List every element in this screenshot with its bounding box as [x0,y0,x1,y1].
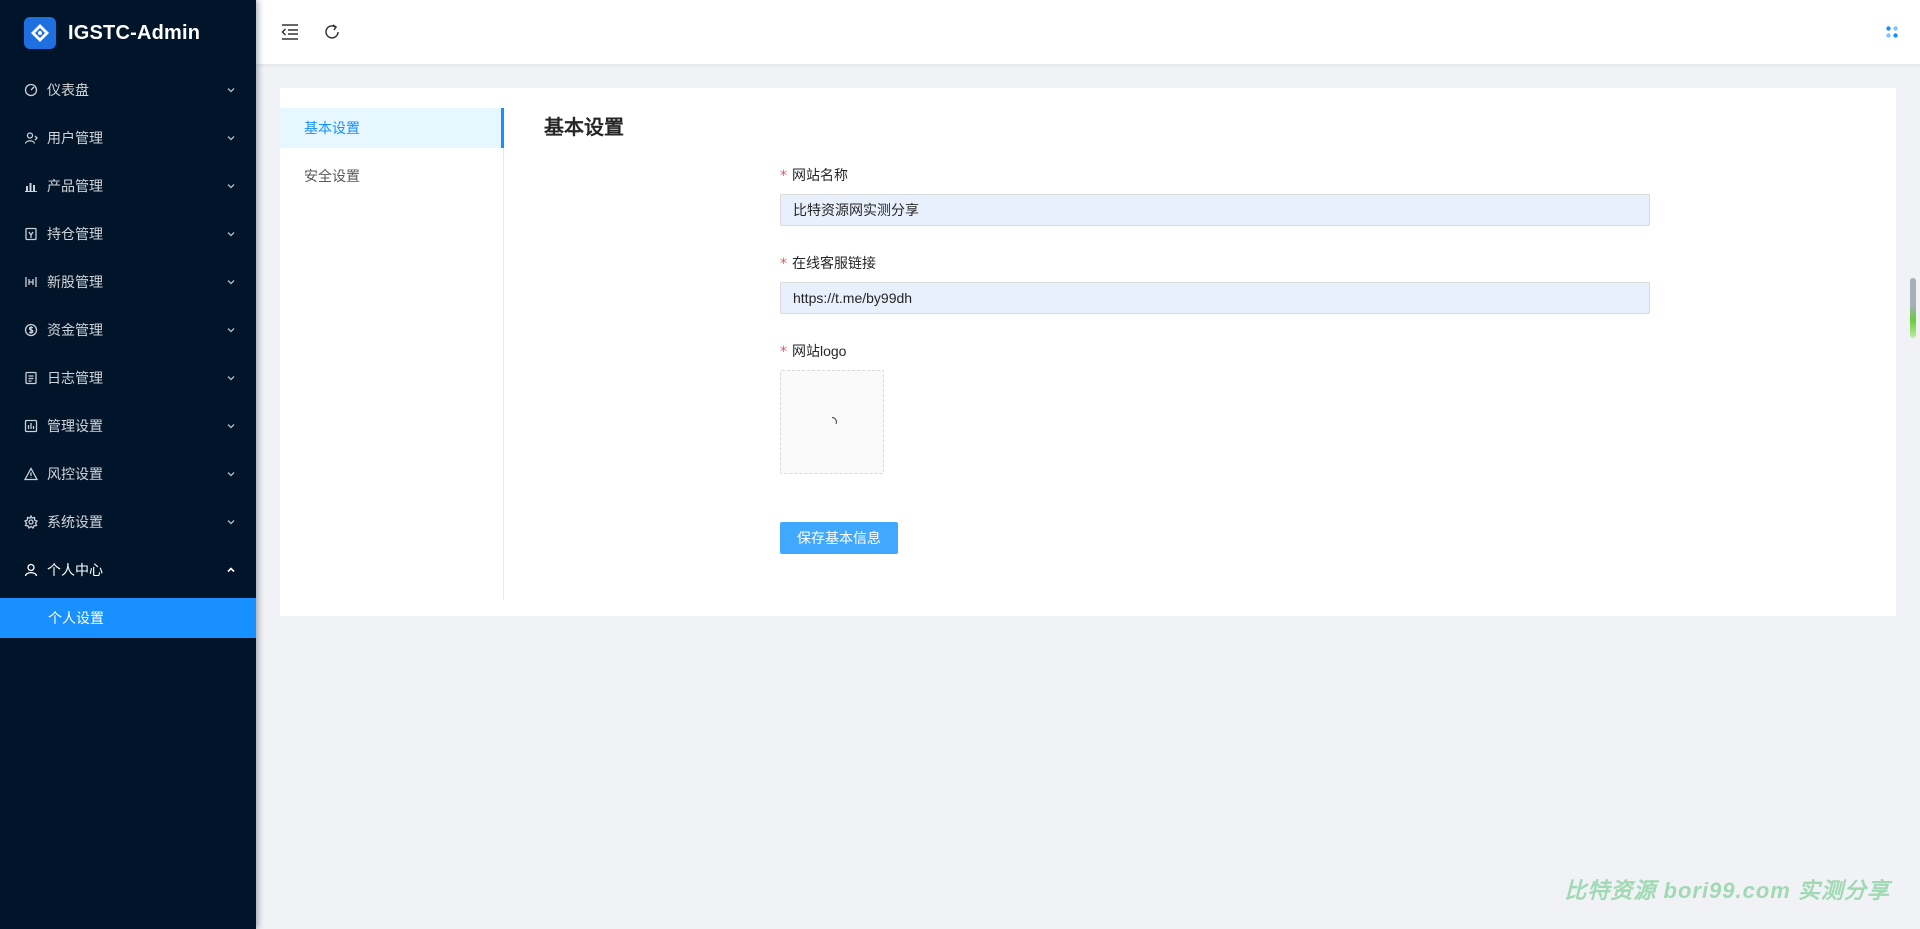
sidebar-item-label: 管理设置 [47,418,103,434]
sidebar-item-label: 仪表盘 [47,82,89,98]
logo-icon [24,17,56,49]
support-link-input[interactable] [780,282,1650,314]
warning-icon [24,467,38,481]
panel-title: 基本设置 [544,117,624,139]
menu-fold-button[interactable] [278,20,302,44]
scroll-indicator[interactable] [1910,278,1916,338]
grid-dots-icon [1886,26,1898,38]
sidebar-item-risk[interactable]: 风控设置 [0,450,256,498]
sidebar-subitem-label: 个人设置 [48,610,104,626]
field-support-link: * 在线客服链接 [780,252,1650,314]
chevron-down-icon [226,133,236,143]
chevron-down-icon [226,373,236,383]
field-label: * 网站名称 [780,167,848,184]
required-mark: * [780,256,787,272]
save-basic-info-button[interactable]: 保存基本信息 [780,522,898,554]
sidebar-item-label: 产品管理 [47,178,103,194]
logo-upload[interactable] [780,370,884,474]
required-mark: * [780,168,787,184]
refresh-button[interactable] [320,20,344,44]
user-icon [24,563,38,577]
user-manage-icon [24,131,38,145]
settings-card: 基本设置 安全设置 基本设置 *网站名称 *在线客服链接 *网站logo 保存基… [280,88,1896,616]
money-icon [24,323,38,337]
chevron-down-icon [226,421,236,431]
sidebar-item-funds[interactable]: 资金管理 [0,306,256,354]
sidebar-item-ipo[interactable]: 新股管理 [0,258,256,306]
sidebar-item-positions[interactable]: 持仓管理 [0,210,256,258]
position-icon [24,227,38,241]
sidebar: IGSTC-Admin 仪表盘 用户管理 产品管理 持仓管理 新股管理 资金管理… [0,0,256,929]
field-label: * 网站logo [780,343,847,360]
sidebar-item-label: 用户管理 [47,130,103,146]
sidebar-item-label: 风控设置 [47,466,103,482]
tab-basic-settings[interactable]: 基本设置 [280,108,504,148]
loading-icon [831,416,838,425]
chevron-down-icon [226,181,236,191]
app-title: IGSTC-Admin [68,21,201,44]
sidebar-item-system[interactable]: 系统设置 [0,498,256,546]
field-site-logo: * 网站logo [780,340,1650,474]
sidebar-item-label: 系统设置 [47,514,103,530]
sidebar-item-label: 持仓管理 [47,226,103,242]
chevron-down-icon [226,229,236,239]
chevron-up-icon [226,565,236,575]
sidebar-item-admin-settings[interactable]: 管理设置 [0,402,256,450]
sidebar-item-products[interactable]: 产品管理 [0,162,256,210]
sidebar-item-label: 个人中心 [47,562,103,578]
sidebar-item-users[interactable]: 用户管理 [0,114,256,162]
sidebar-item-logs[interactable]: 日志管理 [0,354,256,402]
chart-icon [24,179,38,193]
top-header [256,0,1920,64]
field-site-name: * 网站名称 [780,164,1650,226]
sidebar-menu: 仪表盘 用户管理 产品管理 持仓管理 新股管理 资金管理 日志管理 管理设置 风… [0,66,256,594]
chevron-down-icon [226,85,236,95]
menu-fold-icon [281,24,298,40]
tab-security-settings[interactable]: 安全设置 [280,156,503,196]
chevron-down-icon [226,517,236,527]
site-name-input[interactable] [780,194,1650,226]
admin-settings-icon [24,419,38,433]
brand[interactable]: IGSTC-Admin [0,0,256,66]
basic-settings-form: *网站名称 *在线客服链接 *网站logo 保存基本信息 [780,164,1650,554]
watermark: 比特资源 bori99.com 实测分享 [1564,878,1890,903]
chevron-down-icon [226,277,236,287]
chevron-down-icon [226,469,236,479]
dashboard-icon [24,83,38,97]
basic-settings-panel: 基本设置 *网站名称 *在线客服链接 *网站logo 保存基本信息 [544,108,1896,554]
ipo-icon [24,275,38,289]
sidebar-item-personal[interactable]: 个人中心 [0,546,256,594]
sidebar-item-label: 日志管理 [47,370,103,386]
sidebar-subitem-personal-settings[interactable]: 个人设置 [0,598,256,638]
required-mark: * [780,344,787,360]
settings-dots-button[interactable] [1882,22,1902,42]
settings-tabs: 基本设置 安全设置 [280,108,504,600]
log-icon [24,371,38,385]
sidebar-item-label: 资金管理 [47,322,103,338]
field-label: * 在线客服链接 [780,255,876,272]
sidebar-item-label: 新股管理 [47,274,103,290]
sidebar-item-dashboard[interactable]: 仪表盘 [0,66,256,114]
chevron-down-icon [226,325,236,335]
refresh-icon [325,24,339,39]
gear-icon [24,515,38,529]
